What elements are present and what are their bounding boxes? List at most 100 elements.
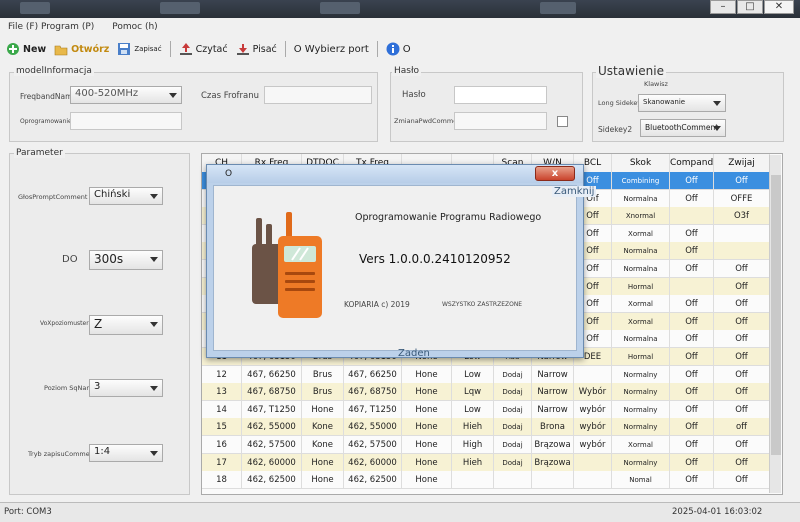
save-button[interactable]: Zapisać (115, 39, 163, 59)
table-cell[interactable]: Normalny (612, 400, 670, 419)
table-cell[interactable]: wybór (574, 418, 612, 437)
table-cell[interactable]: 462, 57500 (344, 436, 402, 454)
table-cell[interactable]: Dodaj (494, 418, 532, 437)
table-cell[interactable]: Hone (402, 383, 452, 402)
table-cell[interactable]: Off (714, 383, 770, 402)
table-cell[interactable]: Xormal (612, 295, 670, 314)
scrollbar-thumb[interactable] (771, 175, 781, 455)
table-cell[interactable]: Hone (402, 365, 452, 384)
sidekey1-select[interactable]: Skanowanie (638, 94, 726, 112)
save-mode-select[interactable]: 1:4 (89, 444, 163, 462)
table-cell[interactable]: 16 (202, 436, 242, 454)
table-cell[interactable]: 462, 57500 (242, 436, 302, 454)
table-cell[interactable] (532, 471, 574, 490)
table-cell[interactable]: Off (670, 471, 714, 490)
column-header[interactable]: Zwijaj (714, 154, 770, 172)
table-cell[interactable]: Off (714, 453, 770, 472)
table-cell[interactable]: Off (670, 295, 714, 314)
select-port-button[interactable]: O Wybierz port (292, 39, 371, 59)
table-cell[interactable]: Off (670, 348, 714, 366)
table-cell[interactable]: Off (670, 436, 714, 454)
table-cell[interactable]: 467, 66250 (344, 365, 402, 384)
table-cell[interactable]: 18 (202, 471, 242, 490)
table-cell[interactable]: Normalna (612, 189, 670, 208)
table-cell[interactable]: Narrow (532, 383, 574, 402)
table-cell[interactable]: Hieh (452, 418, 494, 437)
table-cell[interactable] (670, 207, 714, 226)
table-cell[interactable]: Normalna (612, 260, 670, 278)
menu-help[interactable]: Pomoc (h) (112, 22, 157, 36)
table-cell[interactable]: Low (452, 365, 494, 384)
table-cell[interactable]: Off (670, 242, 714, 261)
table-cell[interactable] (714, 224, 770, 243)
table-cell[interactable]: Brus (302, 365, 344, 384)
table-cell[interactable]: 467, 68750 (344, 383, 402, 402)
table-cell[interactable]: Off (670, 418, 714, 437)
table-cell[interactable]: 15 (202, 418, 242, 437)
table-cell[interactable]: Off (714, 348, 770, 366)
table-cell[interactable]: Hone (302, 400, 344, 419)
table-cell[interactable]: Off (670, 365, 714, 384)
table-cell[interactable]: Off (714, 172, 770, 190)
table-cell[interactable]: Normalny (612, 365, 670, 384)
column-header[interactable]: Compand (670, 154, 714, 172)
table-cell[interactable]: Off (714, 471, 770, 490)
table-cell[interactable]: Nomal (612, 471, 670, 490)
minimize-button[interactable]: – (710, 0, 736, 14)
table-cell[interactable]: 462, 55000 (242, 418, 302, 437)
table-cell[interactable]: Normalny (612, 383, 670, 402)
table-cell[interactable]: High (452, 436, 494, 454)
table-cell[interactable]: Brus (302, 383, 344, 402)
table-cell[interactable]: Off (670, 260, 714, 278)
open-button[interactable]: Otwórz (52, 39, 111, 59)
table-cell[interactable]: Off (670, 383, 714, 402)
column-header[interactable]: Skok (612, 154, 670, 172)
table-cell[interactable]: Xormal (612, 312, 670, 331)
table-cell[interactable]: Off (714, 365, 770, 384)
table-cell[interactable]: 467, 68750 (242, 383, 302, 402)
table-cell[interactable]: 467, T1250 (242, 400, 302, 419)
table-cell[interactable]: Xormal (612, 436, 670, 454)
table-cell[interactable]: Kone (302, 418, 344, 437)
table-cell[interactable]: Off (670, 453, 714, 472)
table-cell[interactable]: OFFE (714, 189, 770, 208)
table-cell[interactable]: Hone (302, 471, 344, 490)
table-cell[interactable]: Hone (402, 471, 452, 490)
table-cell[interactable]: 467, T1250 (344, 400, 402, 419)
table-cell[interactable] (574, 471, 612, 490)
maximize-button[interactable]: □ (737, 0, 763, 14)
new-button[interactable]: New (4, 39, 48, 59)
freqband-select[interactable]: 400-520MHz (70, 86, 182, 104)
table-cell[interactable]: Off (670, 330, 714, 349)
close-button[interactable]: ✕ (764, 0, 794, 14)
table-cell[interactable]: Normalny (612, 453, 670, 472)
table-cell[interactable]: Off (714, 260, 770, 278)
table-cell[interactable]: 462, 60000 (242, 453, 302, 472)
table-cell[interactable]: Xormal (612, 224, 670, 243)
table-cell[interactable] (494, 471, 532, 490)
table-cell[interactable]: Dodaj (494, 436, 532, 454)
time-field[interactable] (264, 86, 372, 104)
table-cell[interactable]: Dodaj (494, 383, 532, 402)
table-cell[interactable]: Off (714, 295, 770, 314)
table-cell[interactable]: O3f (714, 207, 770, 226)
table-cell[interactable]: Hone (302, 453, 344, 472)
table-cell[interactable]: Kone (302, 436, 344, 454)
table-cell[interactable]: 12 (202, 365, 242, 384)
table-cell[interactable]: wybór (574, 400, 612, 419)
table-cell[interactable]: Off (670, 312, 714, 331)
table-cell[interactable]: Off (670, 224, 714, 243)
table-cell[interactable]: Narrow (532, 400, 574, 419)
table-cell[interactable]: 13 (202, 383, 242, 402)
table-cell[interactable]: Narrow (532, 365, 574, 384)
table-cell[interactable]: Wybór (574, 383, 612, 402)
table-cell[interactable]: 462, 60000 (344, 453, 402, 472)
table-cell[interactable]: Off (670, 172, 714, 190)
table-cell[interactable]: Off (714, 400, 770, 419)
table-cell[interactable]: off (714, 418, 770, 437)
about-button[interactable]: O (384, 39, 413, 59)
vox-select[interactable]: Z (89, 315, 163, 335)
table-cell[interactable]: Brona (532, 418, 574, 437)
table-cell[interactable]: 467, 66250 (242, 365, 302, 384)
table-cell[interactable]: Dodaj (494, 365, 532, 384)
